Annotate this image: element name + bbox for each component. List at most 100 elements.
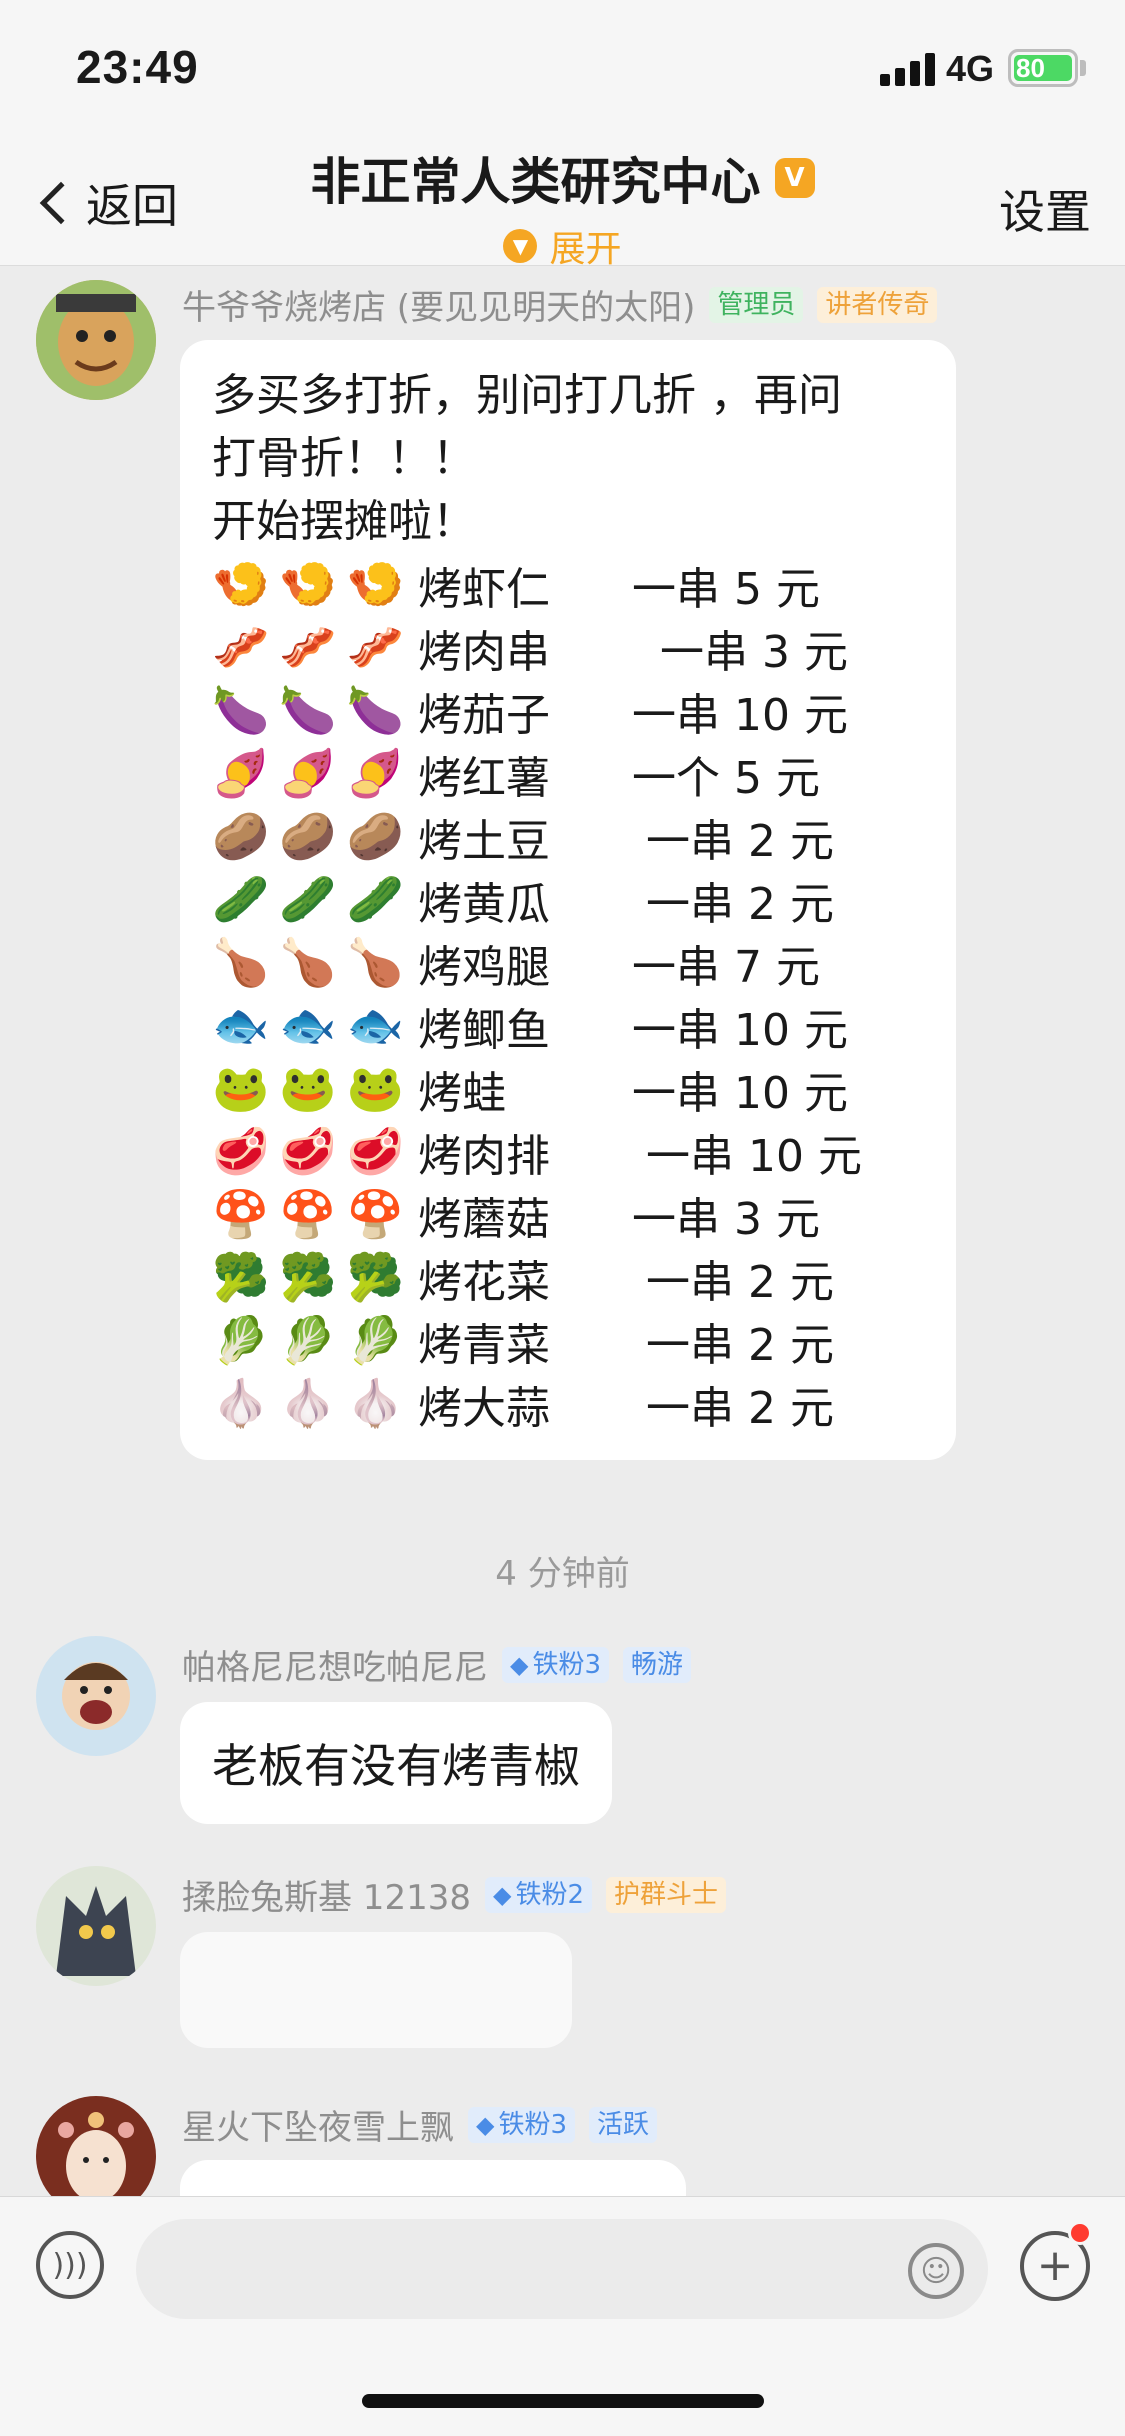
menu-item: 🥦🥦🥦 烤花菜 一串 2 元	[212, 1246, 924, 1309]
menu-item-price: 一串 3 元	[632, 1193, 820, 1245]
expand-button[interactable]: ▼ 展开	[503, 220, 622, 272]
food-icons: 🥬🥬🥬	[212, 1313, 414, 1367]
food-icons: 🥒🥒🥒	[212, 872, 414, 926]
fan-badge: ◆ 铁粉3	[468, 2106, 576, 2143]
menu-item-price: 一串 7 元	[632, 941, 820, 993]
food-icons: 🍤🍤🍤	[212, 557, 414, 611]
message-bubble[interactable]: 多买多打折，别问打几折 ，再问 打骨折！！！ 开始摆摊啦！ 🍤🍤🍤 烤虾仁 一串 5…	[180, 340, 956, 1460]
menu-item: 🐸🐸🐸 烤蛙 一串 10 元	[212, 1057, 924, 1120]
food-icons: 🍠🍠🍠	[212, 746, 414, 800]
title-badge: 讲者传奇	[817, 286, 938, 323]
menu-item: 🍗🍗🍗 烤鸡腿 一串 7 元	[212, 931, 924, 994]
menu-item-name: 烤蛙	[418, 1067, 506, 1119]
time-divider: 4 分钟前	[495, 1554, 630, 1594]
menu-item: 🥓🥓🥓 烤肉串 一串 3 元	[212, 616, 924, 679]
verified-icon: V	[774, 158, 815, 198]
menu-item-name: 烤虾仁	[418, 563, 550, 615]
food-icons: 🥩🥩🥩	[212, 1124, 414, 1178]
voice-button[interactable]: )))	[36, 2231, 104, 2299]
menu-item-name: 烤黄瓜	[418, 878, 550, 930]
message-line: 打骨折！！！	[212, 433, 476, 484]
back-button[interactable]: 返回	[32, 168, 178, 238]
signal-icon	[880, 52, 936, 86]
title-badge: 护群斗士	[605, 1876, 726, 1913]
expand-label: 展开	[549, 229, 622, 270]
menu-item-name: 烤茄子	[418, 689, 550, 741]
battery-cap	[1080, 60, 1086, 76]
menu-item-price: 一串 2 元	[632, 1319, 834, 1371]
menu-item: 🥔🥔🥔 烤土豆 一串 2 元	[212, 805, 924, 868]
nav-bar: 返回 非正常人类研究中心 V ▼ 展开 设置	[0, 140, 1125, 270]
menu-item: 🧄🧄🧄 烤大蒜 一串 2 元	[212, 1372, 924, 1435]
sender-name[interactable]: 星火下坠夜雪上飘	[182, 2100, 454, 2149]
menu-item-price: 一串 5 元	[632, 563, 820, 615]
menu-item-name: 烤肉串	[418, 626, 550, 678]
plus-icon: +	[1036, 2240, 1074, 2291]
avatar[interactable]	[36, 1866, 156, 1986]
food-icons: 🥦🥦🥦	[212, 1250, 414, 1304]
sender-line: 牛爷爷烧烤店 (要见见明天的太阳) 管理员 讲者传奇	[182, 280, 938, 329]
menu-item: 🥩🥩🥩 烤肉排 一串 10 元	[212, 1120, 924, 1183]
diamond-icon: ◆	[492, 1880, 512, 1909]
activity-badge: 畅游	[623, 1646, 692, 1683]
sender-name[interactable]: 揉脸兔斯基 12138	[182, 1870, 471, 1919]
sender-line: 帕格尼尼想吃帕尼尼 ◆ 铁粉3 畅游	[182, 1640, 692, 1689]
network-type: 4G	[946, 48, 995, 89]
menu-item-price: 一串 10 元	[632, 1004, 848, 1056]
menu-item-price: 一串 2 元	[632, 878, 834, 930]
message-bubble[interactable]	[180, 1932, 572, 2048]
menu-item: 🍤🍤🍤 烤虾仁 一串 5 元	[212, 553, 924, 616]
message-line: 开始摆摊啦！	[212, 496, 476, 547]
settings-button[interactable]: 设置	[999, 176, 1091, 242]
menu-item-price: 一串 2 元	[632, 1256, 834, 1308]
emoji-button[interactable]: ☺	[908, 2243, 964, 2299]
diamond-icon: ◆	[510, 1650, 529, 1679]
nav-title-area[interactable]: 非正常人类研究中心 V ▼ 展开	[260, 140, 865, 272]
fan-badge-label: 铁粉3	[532, 1649, 602, 1680]
sender-name[interactable]: 帕格尼尼想吃帕尼尼	[182, 1640, 488, 1689]
fan-badge-label: 铁粉3	[498, 2109, 568, 2140]
menu-item: 🐟🐟🐟 烤鲫鱼 一串 10 元	[212, 994, 924, 1057]
food-icons: 🐸🐸🐸	[212, 1061, 414, 1115]
food-icons: 🧄🧄🧄	[212, 1376, 414, 1430]
menu-item-name: 烤青菜	[418, 1319, 550, 1371]
status-time: 23:49	[76, 41, 199, 93]
chevron-down-icon: ▼	[503, 229, 538, 263]
avatar[interactable]	[36, 1636, 156, 1756]
food-icons: 🥔🥔🥔	[212, 809, 414, 863]
menu-item-price: 一串 10 元	[632, 689, 848, 741]
food-icons: 🥓🥓🥓	[212, 620, 414, 674]
menu-item-name: 烤肉排	[418, 1130, 550, 1182]
avatar[interactable]	[36, 280, 156, 400]
message-bubble[interactable]: 老板有没有烤青椒	[180, 1702, 612, 1824]
menu-item: 🍄🍄🍄 烤蘑菇 一串 3 元	[212, 1183, 924, 1246]
menu-list: 🍤🍤🍤 烤虾仁 一串 5 元 🥓🥓🥓 烤肉串 一串 3 元 🍆🍆🍆 烤茄子 一串 10 元 🍠🍠…	[212, 553, 924, 1435]
smile-icon: ☺	[920, 2253, 952, 2289]
diamond-icon: ◆	[476, 2110, 495, 2139]
menu-item-price: 一个 5 元	[632, 752, 820, 804]
battery-icon: 80	[1008, 49, 1078, 87]
chevron-left-icon	[39, 181, 83, 225]
fan-badge: ◆ 铁粉3	[502, 1646, 610, 1683]
home-indicator[interactable]	[362, 2394, 764, 2408]
status-bar: 23:49 4G 80	[0, 0, 1125, 140]
menu-item: 🥒🥒🥒 烤黄瓜 一串 2 元	[212, 868, 924, 931]
menu-item-price: 一串 10 元	[632, 1067, 848, 1119]
sender-line: 星火下坠夜雪上飘 ◆ 铁粉3 活跃	[182, 2100, 658, 2149]
menu-item-price: 一串 2 元	[632, 1382, 834, 1434]
food-icons: 🐟🐟🐟	[212, 998, 414, 1052]
food-icons: 🍆🍆🍆	[212, 683, 414, 737]
fan-badge-label: 铁粉2	[515, 1879, 584, 1910]
group-title: 非正常人类研究中心 V	[311, 142, 815, 214]
menu-item-name: 烤鸡腿	[418, 941, 550, 993]
group-title-text: 非正常人类研究中心	[310, 153, 761, 211]
sender-name[interactable]: 牛爷爷烧烤店 (要见见明天的太阳)	[182, 280, 695, 329]
fan-badge: ◆ 铁粉2	[484, 1876, 592, 1913]
battery-level: 80	[1014, 55, 1072, 81]
menu-item-name: 烤土豆	[418, 815, 550, 867]
message-line: 多买多打折，别问打几折 ，再问	[212, 370, 842, 421]
sender-line: 揉脸兔斯基 12138 ◆ 铁粉2 护群斗士	[182, 1870, 726, 1919]
menu-item: 🍆🍆🍆 烤茄子 一串 10 元	[212, 679, 924, 742]
activity-badge: 活跃	[589, 2106, 658, 2143]
message-input[interactable]	[136, 2219, 988, 2319]
